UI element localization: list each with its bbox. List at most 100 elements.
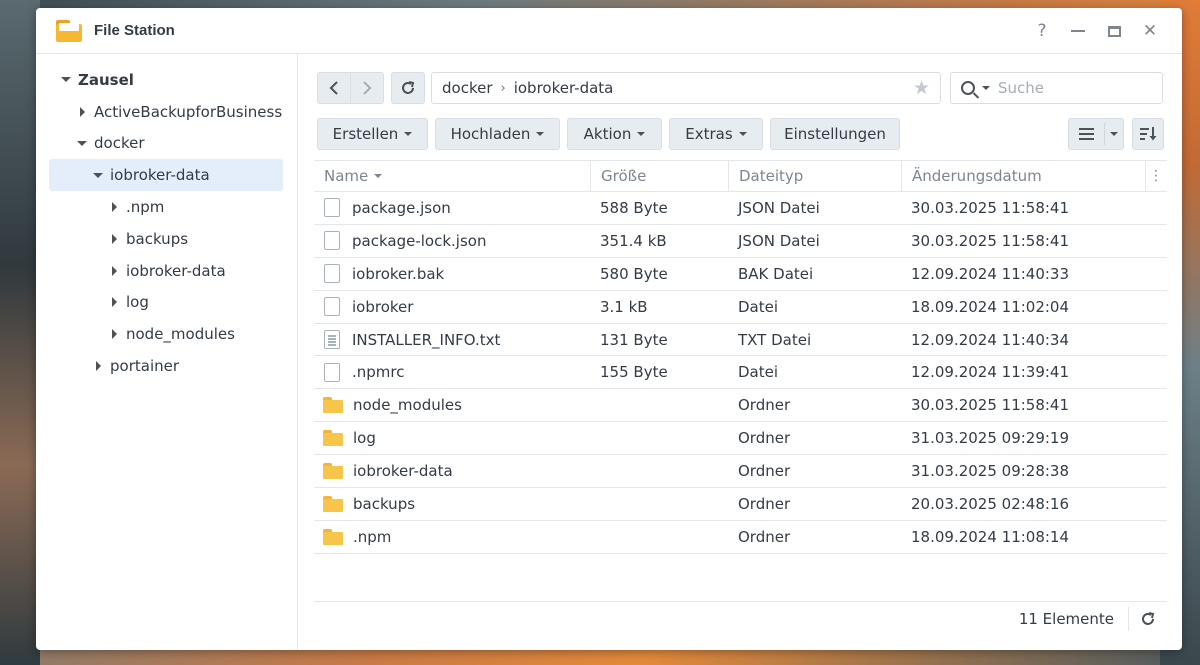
- search-input[interactable]: [998, 79, 1148, 97]
- table-row[interactable]: node_modules Ordner 30.03.2025 11:58:41: [314, 389, 1167, 423]
- cell-size: 580 Byte: [600, 264, 668, 283]
- text-file-icon: [324, 330, 340, 349]
- footer-refresh-icon[interactable]: [1129, 611, 1167, 627]
- settings-button-label: Einstellungen: [784, 125, 886, 143]
- cell-type: Datei: [738, 363, 779, 382]
- chevron-right-icon: [363, 81, 372, 95]
- table-body: package.json 588 Byte JSON Datei 30.03.2025…: [314, 192, 1167, 554]
- caret-right-icon[interactable]: [108, 328, 120, 340]
- chevron-down-icon: [637, 132, 646, 136]
- table-row[interactable]: INSTALLER_INFO.txt 131 Byte TXT Datei 12.09…: [314, 324, 1167, 357]
- sidebar-item-iobroker-data[interactable]: iobroker-data: [49, 159, 283, 192]
- view-mode-chevron-down-icon[interactable]: [1105, 132, 1123, 136]
- path-segment-current[interactable]: iobroker-data: [514, 79, 614, 97]
- caret-down-icon[interactable]: [60, 74, 72, 86]
- create-button-label: Erstellen: [332, 125, 399, 143]
- sidebar-item-zausel[interactable]: Zausel: [36, 64, 297, 96]
- cell-name: .npm: [314, 528, 591, 546]
- file-name: package-lock.json: [352, 231, 487, 250]
- cell-date: 12.09.2024 11:39:41: [911, 363, 1070, 382]
- sort-button[interactable]: [1132, 118, 1164, 150]
- search-box[interactable]: [950, 72, 1163, 104]
- maximize-icon[interactable]: [1096, 18, 1132, 44]
- refresh-icon: [402, 81, 415, 94]
- table-row[interactable]: .npm Ordner 18.09.2024 11:08:14: [314, 521, 1167, 554]
- settings-button[interactable]: Einstellungen: [770, 118, 900, 150]
- caret-right-icon[interactable]: [108, 296, 120, 308]
- sidebar-item-label: Zausel: [78, 70, 134, 89]
- table-row[interactable]: iobroker 3.1 kB Datei 18.09.2024 11:02:04: [314, 291, 1167, 324]
- action-button[interactable]: Aktion: [567, 118, 662, 150]
- sort-chevron-down-icon: [374, 174, 383, 178]
- file-name: INSTALLER_INFO.txt: [352, 330, 501, 349]
- column-header-size[interactable]: Größe: [591, 161, 729, 191]
- table-row[interactable]: package.json 588 Byte JSON Datei 30.03.2025…: [314, 192, 1167, 225]
- extras-button[interactable]: Extras: [669, 118, 763, 150]
- path-bar[interactable]: docker › iobroker-data ★: [431, 72, 941, 104]
- file-name: iobroker-data: [353, 462, 453, 481]
- list-view-icon[interactable]: [1069, 123, 1105, 145]
- cell-type: Ordner: [738, 396, 791, 415]
- action-button-label: Aktion: [583, 125, 632, 143]
- status-footer: 11 Elemente: [314, 601, 1167, 635]
- file-icon: [324, 198, 340, 218]
- titlebar: File Station ? ✕: [36, 8, 1182, 53]
- cell-name: package-lock.json: [314, 231, 591, 251]
- caret-right-icon[interactable]: [92, 360, 104, 372]
- cell-type: Datei: [738, 297, 779, 316]
- help-icon[interactable]: ?: [1024, 18, 1060, 44]
- path-segment-docker[interactable]: docker: [442, 79, 493, 97]
- favorite-star-icon[interactable]: ★: [913, 77, 930, 99]
- table-row[interactable]: .npmrc 155 Byte Datei 12.09.2024 11:39:41: [314, 356, 1167, 390]
- column-header-date[interactable]: Änderungsdatum: [902, 161, 1146, 191]
- cell-size: 3.1 kB: [600, 297, 648, 316]
- sidebar-item-docker[interactable]: docker: [36, 128, 297, 160]
- sidebar-item-portainer[interactable]: portainer: [36, 350, 297, 382]
- close-icon[interactable]: ✕: [1132, 18, 1168, 44]
- caret-right-icon[interactable]: [108, 233, 120, 245]
- cell-date: 31.03.2025 09:28:38: [911, 462, 1070, 481]
- caret-right-icon[interactable]: [76, 106, 88, 118]
- view-mode-button[interactable]: [1068, 118, 1124, 150]
- cell-date: 18.09.2024 11:08:14: [911, 527, 1070, 546]
- sidebar-item-activebackupforbusiness[interactable]: ActiveBackupforBusiness: [36, 96, 297, 128]
- table-row[interactable]: log Ordner 31.03.2025 09:29:19: [314, 422, 1167, 456]
- cell-type: JSON Datei: [738, 198, 820, 217]
- caret-down-icon[interactable]: [92, 169, 104, 181]
- back-button[interactable]: [317, 72, 351, 104]
- action-toolbar: Erstellen Hochladen Aktion Extras Einste…: [317, 118, 1164, 150]
- forward-button[interactable]: [350, 72, 384, 104]
- cell-name: backups: [314, 495, 591, 513]
- column-header-type[interactable]: Dateityp: [729, 161, 902, 191]
- upload-button[interactable]: Hochladen: [435, 118, 560, 150]
- column-menu-icon[interactable]: ⋮: [1146, 161, 1166, 191]
- caret-right-icon[interactable]: [108, 265, 120, 277]
- refresh-button[interactable]: [391, 72, 425, 104]
- search-icon[interactable]: [961, 81, 975, 95]
- table-row[interactable]: backups Ordner 20.03.2025 02:48:16: [314, 488, 1167, 521]
- minimize-icon[interactable]: [1060, 18, 1096, 44]
- caret-down-icon[interactable]: [76, 137, 88, 149]
- sidebar-item-backups[interactable]: backups: [36, 223, 297, 255]
- sidebar-item-log[interactable]: log: [36, 287, 297, 319]
- sidebar-item-node-modules[interactable]: node_modules: [36, 318, 297, 350]
- sidebar-item--npm[interactable]: .npm: [36, 191, 297, 223]
- sidebar-item-label: backups: [126, 229, 189, 248]
- search-options-chevron-down-icon[interactable]: [982, 86, 990, 90]
- create-button[interactable]: Erstellen: [317, 118, 428, 150]
- chevron-down-icon: [404, 132, 413, 136]
- file-name: backups: [353, 494, 416, 513]
- file-icon: [324, 297, 340, 317]
- sidebar-item-iobroker-data[interactable]: iobroker-data: [36, 255, 297, 287]
- caret-right-icon[interactable]: [108, 201, 120, 213]
- table-row[interactable]: package-lock.json 351.4 kB JSON Datei 30.03…: [314, 225, 1167, 258]
- extras-button-label: Extras: [685, 125, 733, 143]
- column-header-name[interactable]: Name: [314, 161, 591, 191]
- table-row[interactable]: iobroker-data Ordner 31.03.2025 09:28:38: [314, 455, 1167, 489]
- cell-type: Ordner: [738, 429, 791, 448]
- cell-date: 12.09.2024 11:40:33: [911, 264, 1070, 283]
- table-row[interactable]: iobroker.bak 580 Byte BAK Datei 12.09.2024 …: [314, 258, 1167, 291]
- sidebar-item-label: portainer: [110, 357, 180, 376]
- cell-date: 18.09.2024 11:02:04: [911, 297, 1070, 316]
- sort-icon: [1140, 127, 1157, 141]
